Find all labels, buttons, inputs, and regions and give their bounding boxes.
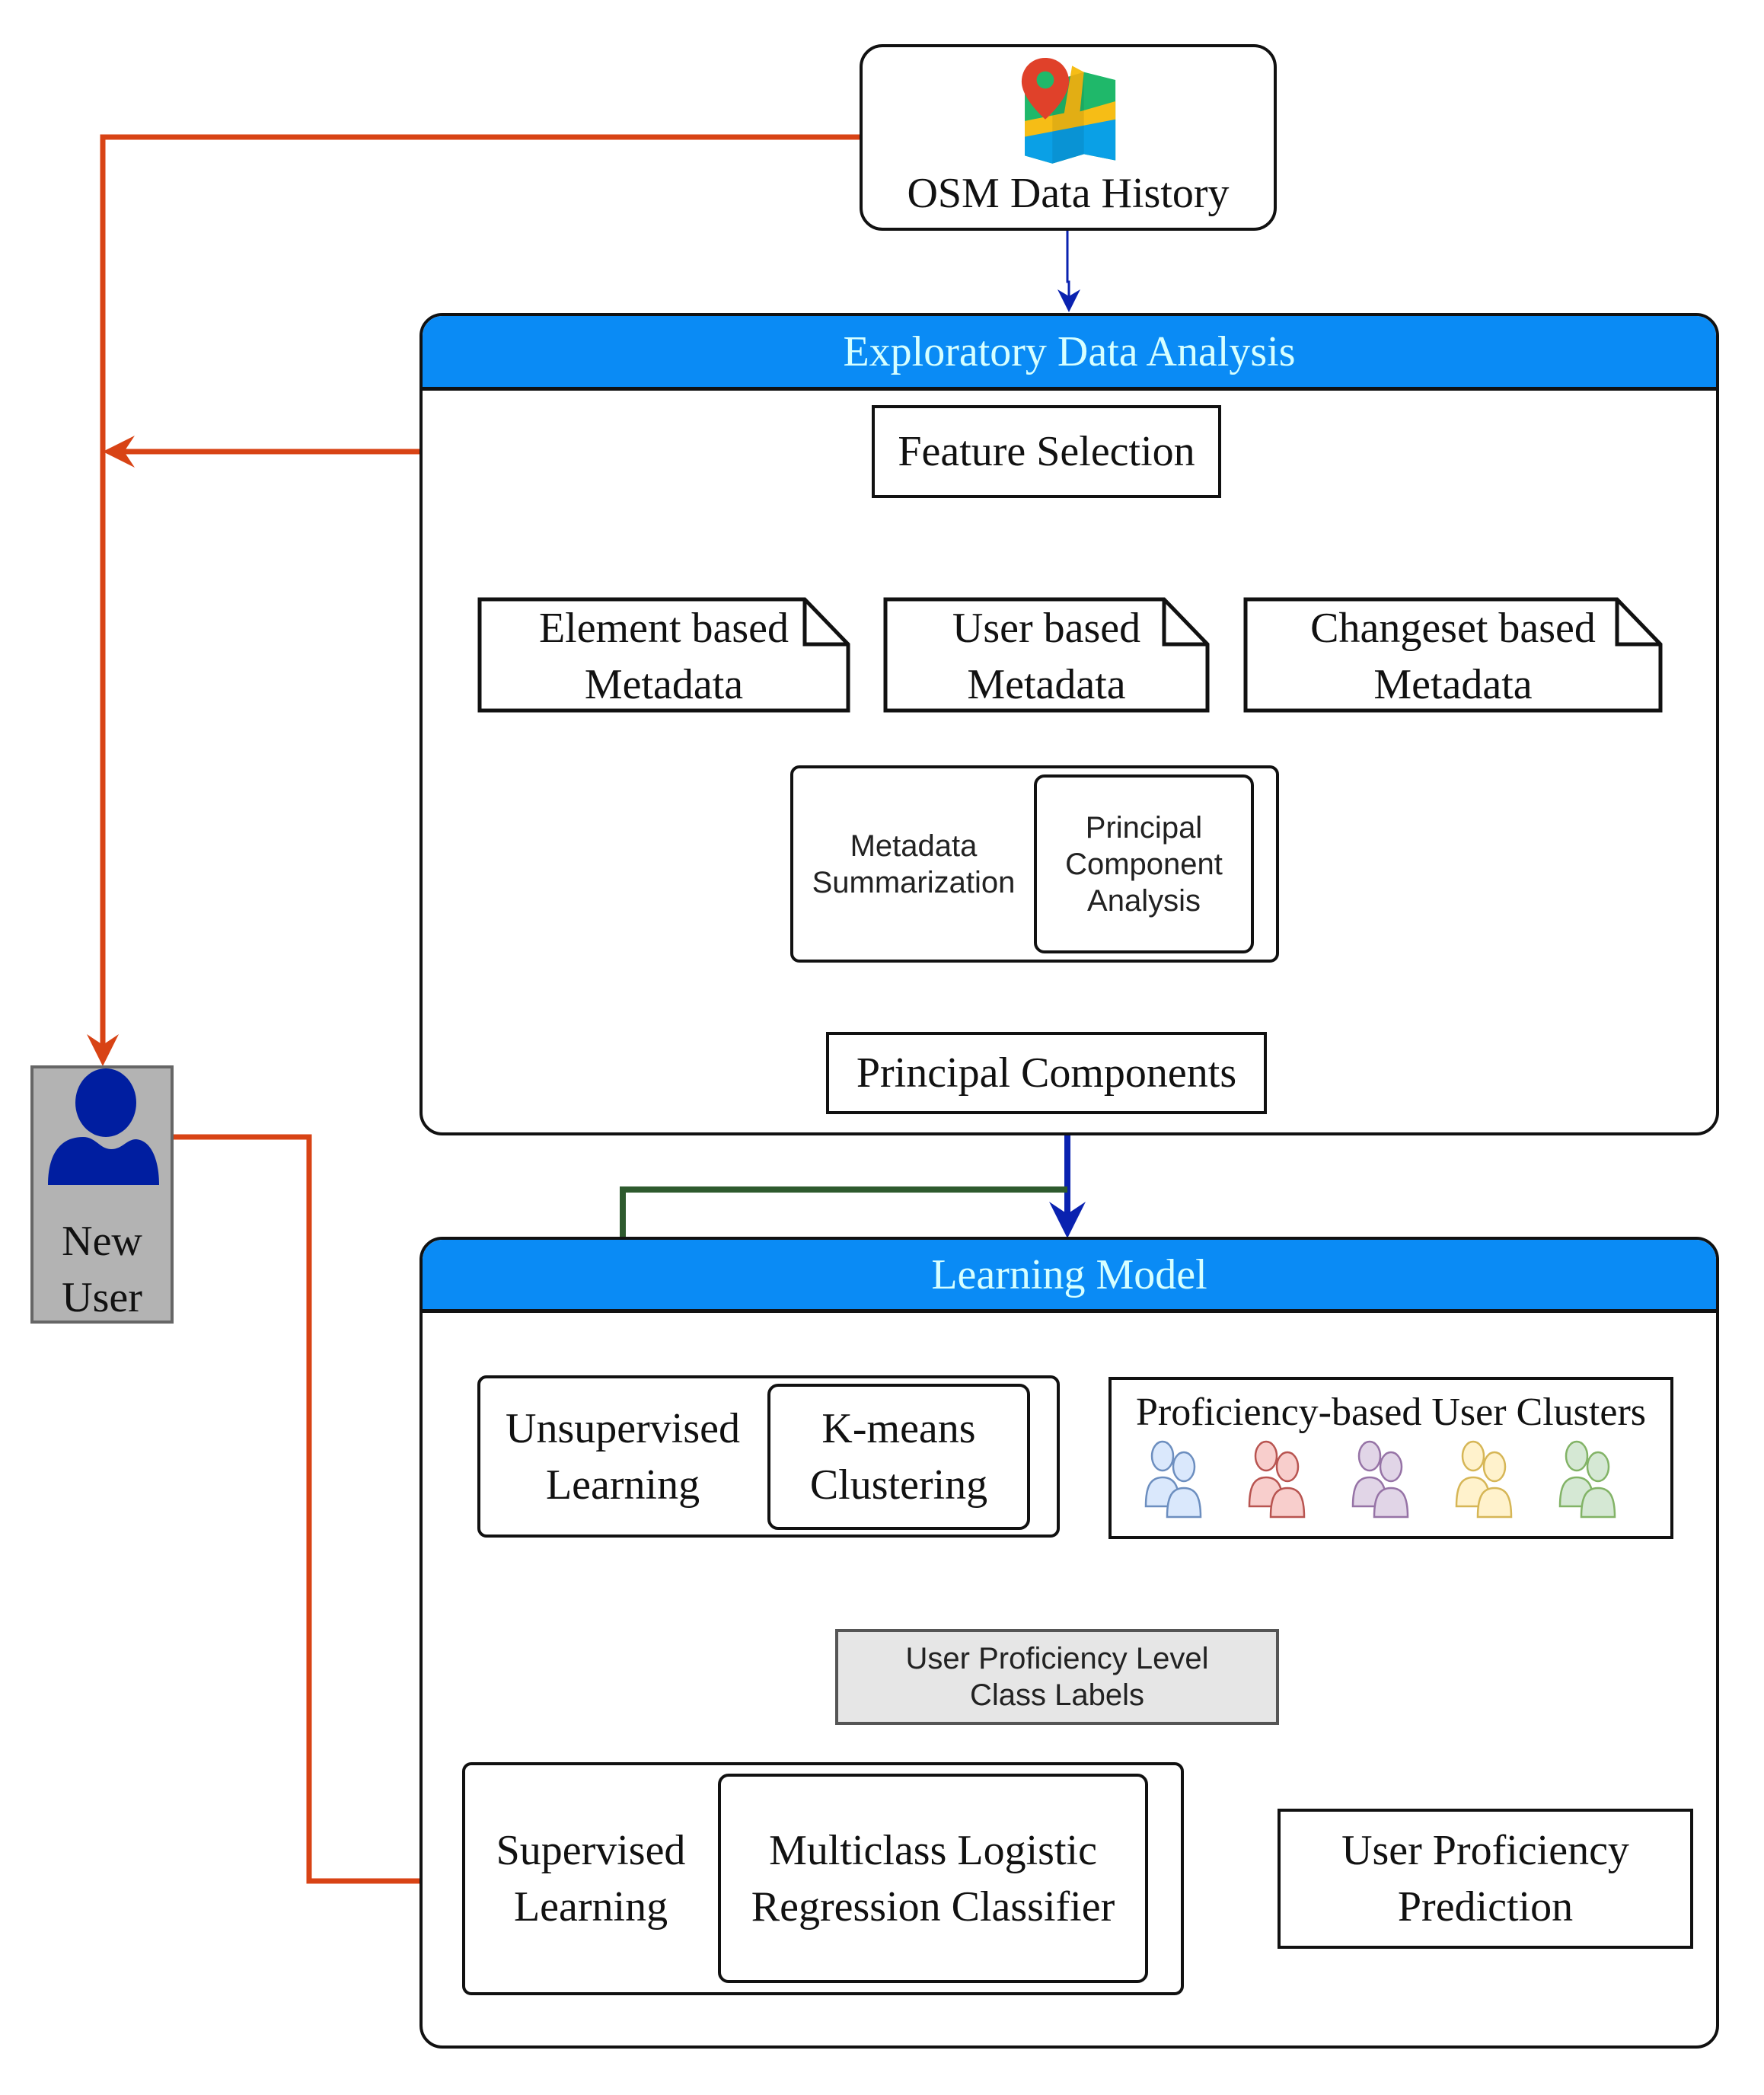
user-metadata-line2: Metadata — [967, 661, 1126, 708]
osm-data-history-label: OSM Data History — [907, 170, 1230, 217]
user-group-icon — [1144, 1440, 1202, 1519]
pca-node[interactable]: Principal Component Analysis — [1034, 774, 1254, 953]
user-clusters-title: Proficiency-based User Clusters — [1135, 1391, 1647, 1434]
mlr-line2: Regression Classifier — [751, 1883, 1115, 1931]
mlr-line1: Multiclass Logistic — [769, 1826, 1097, 1874]
pca-line2: Component — [1065, 847, 1223, 881]
unsupervised-line1: Unsupervised — [506, 1404, 740, 1452]
summarization-line2: Summarization — [812, 865, 1016, 899]
class-labels-line1: User Proficiency Level — [905, 1642, 1209, 1675]
changeset-metadata-node[interactable]: Changeset based Metadata — [1243, 597, 1663, 713]
class-labels-line2: Class Labels — [969, 1678, 1144, 1712]
user-group-icon — [1351, 1440, 1409, 1519]
kmeans-line1: K-means — [821, 1405, 976, 1452]
user-clusters-node[interactable]: Proficiency-based User Clusters — [1108, 1377, 1673, 1539]
principal-components-label: Principal Components — [856, 1049, 1237, 1097]
new-user-line2: User — [62, 1274, 142, 1321]
arrow-osm-to-eda — [1057, 231, 1080, 312]
changeset-metadata-line1: Changeset based — [1310, 605, 1596, 652]
cluster-icons-row — [1141, 1439, 1641, 1525]
eda-header: Exploratory Data Analysis — [423, 316, 1716, 391]
feature-selection-label: Feature Selection — [898, 428, 1195, 475]
learning-model-header: Learning Model — [423, 1240, 1716, 1313]
kmeans-line2: Clustering — [809, 1461, 988, 1509]
element-metadata-line1: Element based — [538, 605, 789, 652]
new-user-node[interactable]: New User — [30, 1065, 174, 1324]
prediction-line2: Prediction — [1397, 1883, 1574, 1931]
summarization-line1: Metadata — [850, 829, 978, 863]
element-metadata-node[interactable]: Element based Metadata — [477, 597, 850, 713]
osm-data-history-node[interactable]: OSM Data History — [860, 44, 1277, 231]
supervised-line1: Supervised — [496, 1827, 686, 1874]
user-metadata-node[interactable]: User based Metadata — [883, 597, 1210, 713]
unsupervised-line2: Learning — [545, 1461, 700, 1509]
pca-line3: Analysis — [1087, 883, 1201, 918]
proficiency-prediction-node[interactable]: User Proficiency Prediction — [1278, 1809, 1693, 1949]
feature-selection-node[interactable]: Feature Selection — [872, 405, 1221, 498]
mlr-classifier-node[interactable]: Multiclass Logistic Regression Classifie… — [718, 1774, 1148, 1983]
map-pin-icon — [1021, 58, 1116, 164]
user-metadata-line1: User based — [952, 605, 1141, 652]
pca-line1: Principal — [1085, 810, 1203, 845]
new-user-line1: New — [62, 1218, 142, 1265]
supervised-line2: Learning — [513, 1883, 668, 1931]
arrow-newuser-to-supervised — [141, 1134, 463, 1897]
element-metadata-line2: Metadata — [584, 661, 744, 708]
kmeans-node[interactable]: K-means Clustering — [767, 1384, 1030, 1530]
changeset-metadata-line2: Metadata — [1373, 661, 1533, 708]
prediction-line1: User Proficiency — [1341, 1827, 1629, 1874]
class-labels-node[interactable]: User Proficiency Level Class Labels — [835, 1629, 1279, 1725]
user-group-icon — [1248, 1440, 1306, 1519]
principal-components-node[interactable]: Principal Components — [826, 1032, 1267, 1114]
user-group-icon — [1455, 1440, 1513, 1519]
eda-title: Exploratory Data Analysis — [843, 327, 1296, 375]
learning-model-title: Learning Model — [931, 1250, 1207, 1298]
user-group-icon — [1558, 1440, 1616, 1519]
user-icon — [48, 1068, 159, 1185]
